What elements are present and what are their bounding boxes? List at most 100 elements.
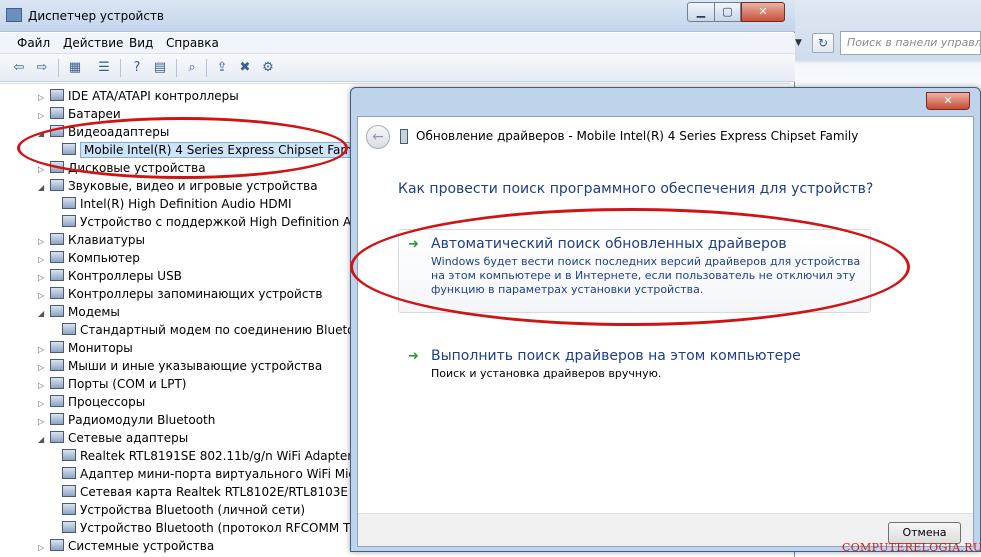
device-icon [50,305,64,317]
tree-item[interactable]: Стандартный модем по соединению Bluetoot… [62,321,374,339]
tree-item-label: IDE ATA/ATAPI контроллеры [68,89,239,103]
device-icon [50,107,64,119]
dialog-body: ← Обновление драйверов - Mobile Intel(R)… [357,116,974,547]
minimize-button[interactable]: ▁ [687,2,715,22]
device-manager-icon [6,8,22,22]
tree-item-label: Системные устройства [68,539,215,553]
browse-computer-option[interactable]: ➜ Выполнить поиск драйверов на этом комп… [398,341,871,389]
tree-item[interactable]: ▷ Мыши и иные указывающие устройства [38,357,322,375]
device-icon [50,413,64,425]
menu-help[interactable]: Справка [166,36,219,50]
properties-icon[interactable]: ☰ [95,59,113,77]
tree-item[interactable]: Intel(R) High Definition Audio HDMI [62,195,291,213]
device-icon [50,431,64,443]
device-icon [50,269,64,281]
device-icon [50,287,64,299]
collapse-arrow-icon[interactable]: ◢ [38,179,48,197]
menu-bar: Файл Действие Вид Справка [0,33,795,54]
device-icon [62,215,76,227]
tree-item-label: Intel(R) High Definition Audio HDMI [80,197,292,211]
device-icon [50,233,64,245]
tree-item[interactable]: ▷ Радиомодули Bluetooth [38,411,215,429]
browse-computer-desc: Поиск и установка драйверов вручную. [431,367,662,380]
tree-item-label: Модемы [68,305,120,319]
dialog-close-button[interactable]: ✕ [926,92,970,110]
search-input[interactable]: Поиск в панели управле [840,31,981,55]
back-button[interactable]: ← [366,125,390,149]
close-button[interactable]: ✕ [741,2,785,22]
tree-item[interactable]: Адаптер мини-порта виртуального WiFi Mic… [62,465,389,483]
device-icon [50,89,64,101]
tree-item-label: Порты (COM и LPT) [68,377,187,391]
device-icon [62,197,76,209]
tree-item[interactable]: Устройство Bluetooth (протокол RFCOMM TD… [62,519,368,537]
tree-item-label: Сетевая карта Realtek RTL8102E/RTL8103E … [80,485,391,499]
tree-item[interactable]: ▷ Мониторы [38,339,133,357]
update-driver-icon[interactable]: ⇪ [213,59,231,77]
tree-item[interactable]: ▷ Системные устройства [38,537,214,555]
view-icon[interactable]: ▤ [151,59,169,77]
expand-arrow-icon[interactable]: ▷ [38,539,48,557]
tree-item-label: Устройства Bluetooth (личной сети) [80,503,306,517]
back-arrow-icon[interactable]: ⇦ [10,59,28,77]
tree-item[interactable]: ▷ Контроллеры USB [38,267,182,285]
tree-item[interactable]: ▷ IDE ATA/ATAPI контроллеры [38,87,239,105]
tree-item[interactable]: Сетевая карта Realtek RTL8102E/RTL8103E … [62,483,390,501]
tree-item-label: Контроллеры USB [68,269,182,283]
device-icon [50,539,64,551]
device-icon [62,449,76,461]
collapse-arrow-icon[interactable]: ◢ [38,431,48,449]
device-icon [62,323,76,335]
forward-arrow-icon[interactable]: ⇨ [33,59,51,77]
tree-item[interactable]: ▷ Контроллеры запоминающих устройств [38,285,322,303]
menu-file[interactable]: Файл [17,36,50,50]
tree-item[interactable]: Устройство с поддержкой High Definition … [62,213,377,231]
annotation-ellipse [17,117,348,179]
tree-item[interactable]: ▷ Компьютер [38,249,140,267]
watermark: COMPUTERELOGIA.RU [842,541,981,554]
annotation-ellipse [350,208,910,326]
green-arrow-icon: ➜ [408,349,419,364]
tree-view-icon[interactable]: ▦ [66,59,84,77]
tree-item-label: Устройство Bluetooth (протокол RFCOMM TD… [80,521,368,535]
tree-item-label: Устройство с поддержкой High Definition … [80,215,378,229]
tree-item[interactable]: ▷ Клавиатуры [38,231,145,249]
window-title: Диспетчер устройств [28,9,165,23]
tree-item[interactable]: Realtek RTL8191SE 802.11b/g/n WiFi Adapt… [62,447,352,465]
tree-item[interactable]: ▷ Порты (COM и LPT) [38,375,186,393]
device-icon [62,485,76,497]
tree-item-label: Адаптер мини-порта виртуального WiFi Mic… [80,467,390,481]
tree-item-label: Радиомодули Bluetooth [68,413,216,427]
tree-item[interactable]: ▷ Процессоры [38,393,145,411]
device-icon [400,129,408,144]
tree-item-label: Процессоры [68,395,146,409]
browse-computer-title: Выполнить поиск драйверов на этом компью… [431,348,801,364]
uninstall-icon[interactable]: ✖ [236,59,254,77]
tree-item-label: Клавиатуры [68,233,145,247]
device-icon [50,359,64,371]
scan-hardware-icon[interactable]: ⌕ [183,59,201,77]
device-icon [50,251,64,263]
refresh-button[interactable]: ↻ [812,33,834,53]
disable-icon[interactable]: ⚙ [259,59,277,77]
tree-item-label: Контроллеры запоминающих устройств [68,287,323,301]
tree-item[interactable]: Устройства Bluetooth (личной сети) [62,501,305,519]
device-icon [50,179,64,191]
device-icon [50,377,64,389]
help-icon[interactable]: ? [128,59,146,77]
tree-item[interactable]: ◢ Сетевые адаптеры [38,429,188,447]
chevron-down-icon[interactable]: ▼ [795,33,809,53]
tree-item-label: Компьютер [68,251,140,265]
title-bar: Диспетчер устройств ▁ ▢ ✕ [0,0,795,32]
tree-item-label: Звуковые, видео и игровые устройства [68,179,318,193]
menu-view[interactable]: Вид [129,36,153,50]
collapse-arrow-icon[interactable]: ◢ [38,305,48,323]
device-icon [50,395,64,407]
tree-item-label: Realtek RTL8191SE 802.11b/g/n WiFi Adapt… [80,449,353,463]
device-icon [62,467,76,479]
tree-item[interactable]: ◢ Модемы [38,303,120,321]
tree-item-label: Сетевые адаптеры [68,431,189,445]
tree-item[interactable]: ◢ Звуковые, видео и игровые устройства [38,177,318,195]
menu-action[interactable]: Действие [63,36,123,50]
maximize-button[interactable]: ▢ [714,2,741,22]
